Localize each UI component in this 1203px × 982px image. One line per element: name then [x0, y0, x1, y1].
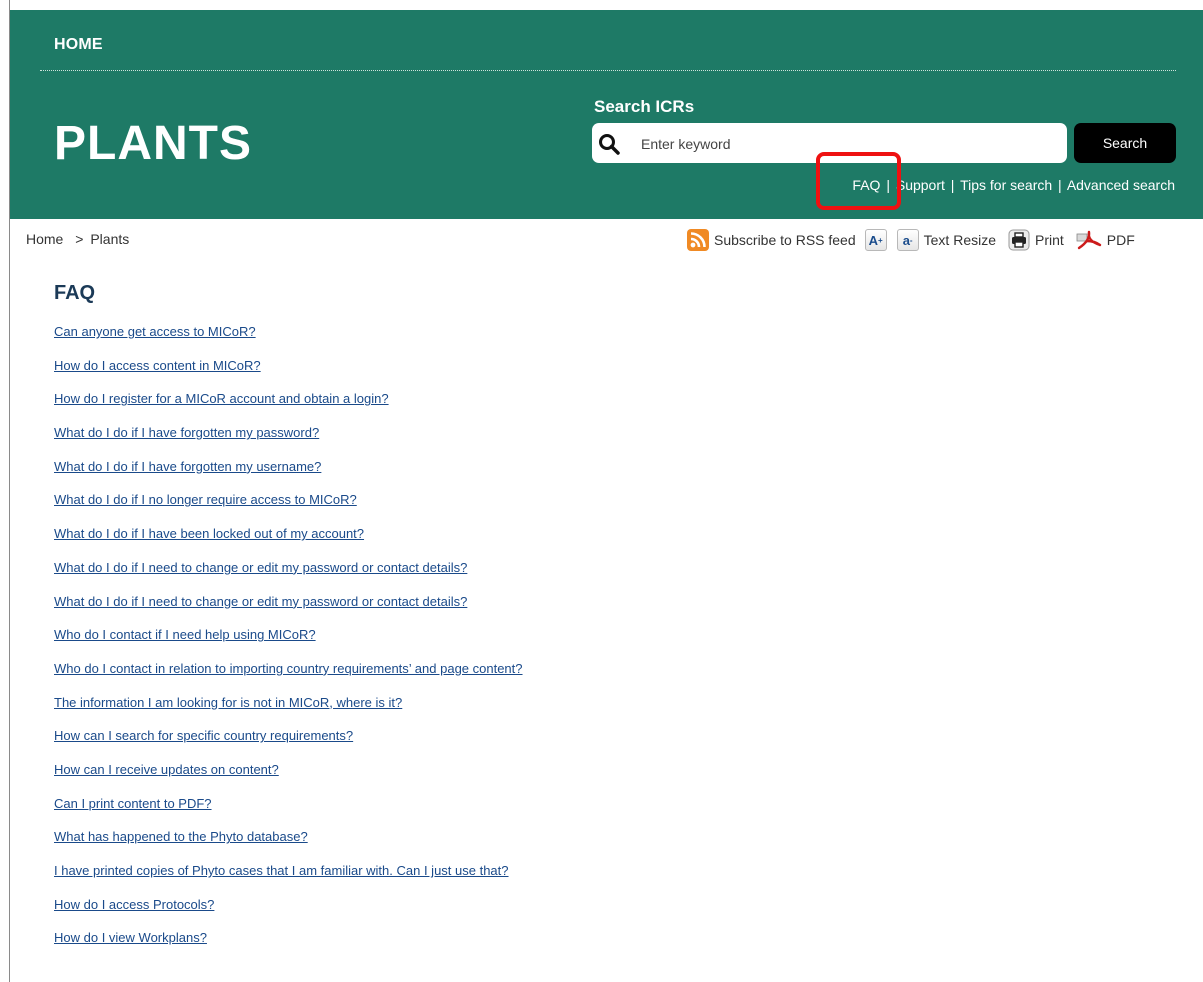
breadcrumb: Home > Plants — [26, 231, 129, 247]
search-label: Search ICRs — [594, 97, 695, 116]
faq-question-link[interactable]: Can anyone get access to MICoR? — [54, 324, 256, 339]
list-item: The information I am looking for is not … — [54, 695, 523, 729]
faq-question-link[interactable]: What do I do if I have forgotten my user… — [54, 459, 321, 474]
faq-question-link[interactable]: What do I do if I have forgotten my pass… — [54, 425, 319, 440]
faq-heading: FAQ — [54, 282, 96, 304]
window-left-margin — [0, 0, 9, 982]
search-icon — [599, 134, 620, 155]
faq-highlight-annotation — [816, 152, 901, 210]
breadcrumb-home[interactable]: Home — [26, 231, 63, 247]
decrease-font-button[interactable]: a- — [896, 229, 919, 251]
advanced-search-link[interactable]: Advanced search — [1067, 177, 1175, 193]
breadcrumb-separator: > — [75, 231, 84, 247]
faq-question-link[interactable]: How do I view Workplans? — [54, 930, 207, 945]
list-item: Who do I contact if I need help using MI… — [54, 627, 523, 661]
page: HOME PLANTS Search ICRs Search FAQ | Sup… — [0, 0, 1203, 982]
printer-icon — [1008, 229, 1030, 251]
link-separator: | — [1058, 177, 1062, 193]
link-separator: | — [950, 177, 955, 193]
site-title: PLANTS — [54, 117, 252, 170]
faq-question-link[interactable]: How do I access Protocols? — [54, 897, 214, 912]
list-item: How can I receive updates on content? — [54, 762, 523, 796]
faq-question-link[interactable]: What do I do if I have been locked out o… — [54, 526, 364, 541]
pdf-icon — [1076, 230, 1101, 250]
print-button[interactable]: Print — [1008, 229, 1064, 251]
faq-question-link[interactable]: Who do I contact if I need help using MI… — [54, 627, 316, 642]
rss-icon — [687, 229, 709, 251]
faq-question-link[interactable]: How can I search for specific country re… — [54, 728, 353, 743]
list-item: Who do I contact in relation to importin… — [54, 661, 523, 695]
list-item: How do I view Workplans? — [54, 930, 523, 964]
nav-divider — [40, 70, 1176, 71]
list-item: How can I search for specific country re… — [54, 728, 523, 762]
rss-label: Subscribe to RSS feed — [714, 232, 856, 248]
breadcrumb-plants[interactable]: Plants — [90, 231, 129, 247]
list-item: What do I do if I need to change or edit… — [54, 560, 523, 594]
faq-question-link[interactable]: I have printed copies of Phyto cases tha… — [54, 863, 509, 878]
page-toolbar: Subscribe to RSS feed A + a- Text Resize … — [687, 228, 1135, 252]
decrease-font-minus: - — [909, 235, 913, 245]
nav-home-link[interactable]: HOME — [54, 36, 103, 54]
faq-question-link[interactable]: What do I do if I no longer require acce… — [54, 492, 357, 507]
list-item: How do I register for a MICoR account an… — [54, 391, 523, 425]
list-item: How do I access content in MICoR? — [54, 358, 523, 392]
increase-font-plus: + — [878, 235, 883, 245]
list-item: What do I do if I no longer require acce… — [54, 492, 523, 526]
list-item: What do I do if I have been locked out o… — [54, 526, 523, 560]
support-link[interactable]: Support — [896, 177, 945, 193]
list-item: What do I do if I have forgotten my pass… — [54, 425, 523, 459]
list-item: Can anyone get access to MICoR? — [54, 324, 523, 358]
tips-for-search-link[interactable]: Tips for search — [960, 177, 1052, 193]
list-item: I have printed copies of Phyto cases tha… — [54, 863, 523, 897]
faq-question-link[interactable]: The information I am looking for is not … — [54, 695, 402, 710]
faq-question-link[interactable]: Can I print content to PDF? — [54, 796, 212, 811]
pdf-button[interactable]: PDF — [1076, 229, 1135, 251]
faq-question-link[interactable]: How do I access content in MICoR? — [54, 358, 261, 373]
faq-question-link[interactable]: What do I do if I need to change or edit… — [54, 560, 467, 575]
list-item: How do I access Protocols? — [54, 897, 523, 931]
decrease-font-letter: a — [902, 232, 910, 248]
list-item: What has happened to the Phyto database? — [54, 829, 523, 863]
faq-question-link[interactable]: How can I receive updates on content? — [54, 762, 279, 777]
faq-question-link[interactable]: What has happened to the Phyto database? — [54, 829, 308, 844]
increase-font-letter: A — [868, 232, 878, 248]
list-item: What do I do if I need to change or edit… — [54, 594, 523, 628]
faq-question-list: Can anyone get access to MICoR? How do I… — [54, 324, 523, 964]
text-resize-label: Text Resize — [923, 232, 996, 248]
rss-subscribe[interactable]: Subscribe to RSS feed — [687, 229, 856, 251]
list-item: What do I do if I have forgotten my user… — [54, 459, 523, 493]
search-button[interactable]: Search — [1074, 123, 1176, 163]
increase-font-button[interactable]: A + — [864, 229, 887, 251]
pdf-label: PDF — [1106, 232, 1135, 248]
faq-question-link[interactable]: What do I do if I need to change or edit… — [54, 594, 467, 609]
faq-question-link[interactable]: How do I register for a MICoR account an… — [54, 391, 389, 406]
print-label: Print — [1035, 232, 1064, 248]
faq-question-link[interactable]: Who do I contact in relation to importin… — [54, 661, 523, 676]
top-margin — [10, 0, 1203, 10]
list-item: Can I print content to PDF? — [54, 796, 523, 830]
